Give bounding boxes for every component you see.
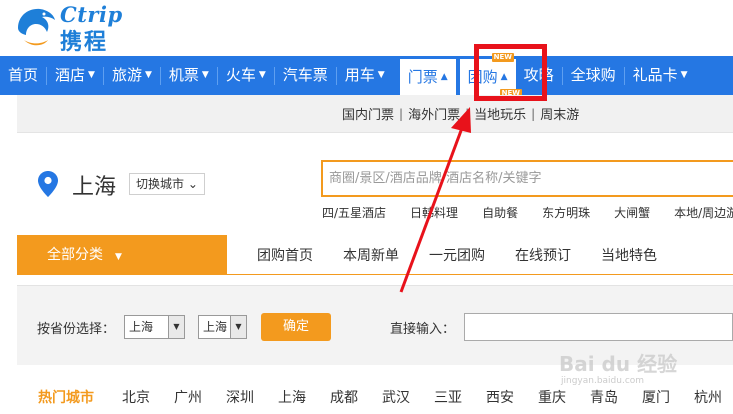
annotation-arrow-icon: [399, 107, 471, 293]
